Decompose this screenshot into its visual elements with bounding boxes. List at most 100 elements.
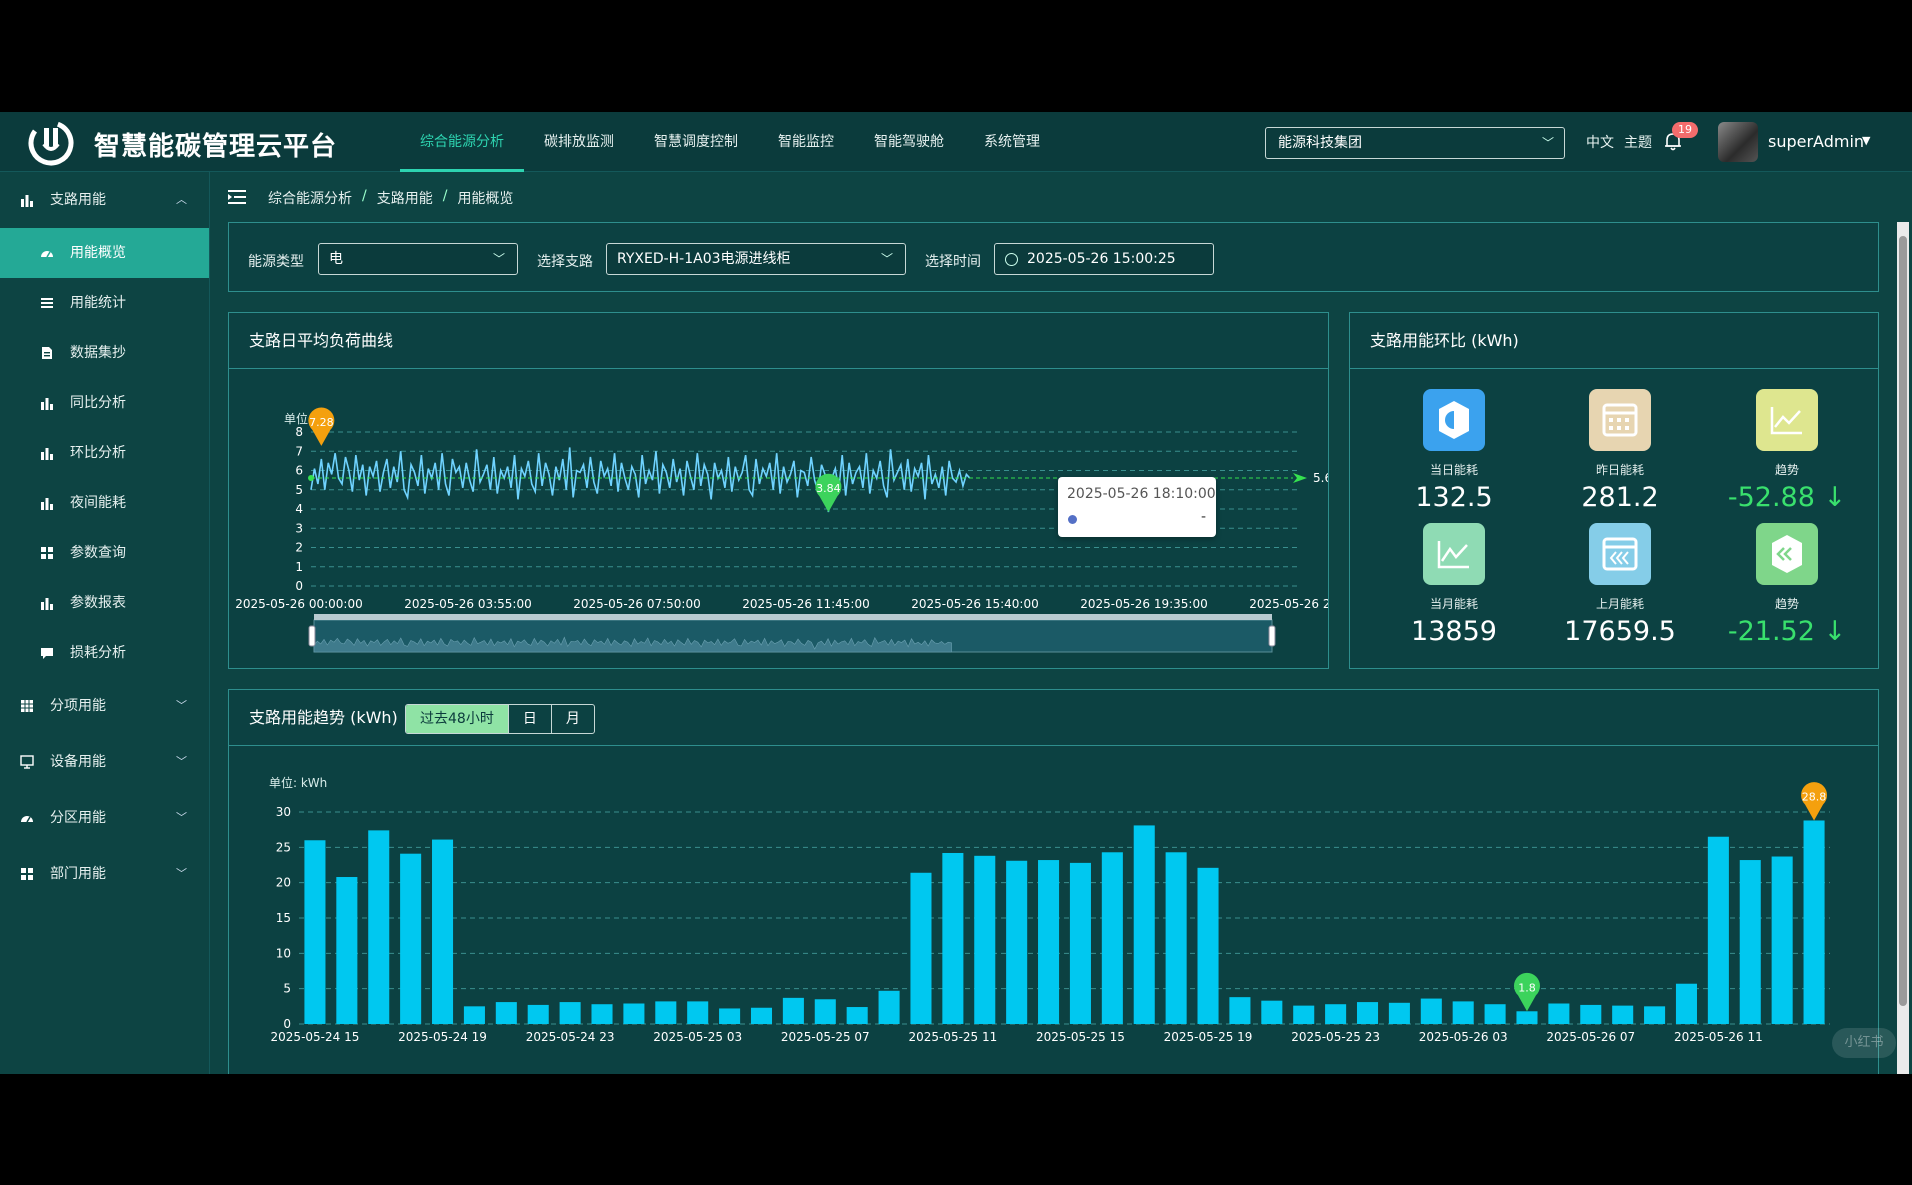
- x-tick-label: 2025-05-25 03: [653, 1030, 742, 1044]
- bar: [1548, 1003, 1570, 1024]
- watermark: 小红书: [1832, 1028, 1896, 1058]
- sidebar-group-device[interactable]: 设备用能 ﹀: [0, 734, 209, 790]
- sidebar-item-label: 参数查询: [70, 545, 126, 561]
- bar: [368, 830, 390, 1024]
- sidebar-item-night[interactable]: 夜间能耗: [0, 478, 209, 528]
- sidebar-group-zone[interactable]: 分区用能 ﹀: [0, 790, 209, 846]
- y-tick-label: 3: [295, 521, 303, 535]
- tab-day[interactable]: 日: [509, 705, 552, 733]
- sidebar-item-param-report[interactable]: 参数报表: [0, 578, 209, 628]
- breadcrumb-item[interactable]: 支路用能: [377, 188, 433, 208]
- sidebar-group-branch[interactable]: 支路用能 ︿: [0, 172, 209, 228]
- sidebar-item-label: 用能概览: [70, 245, 126, 261]
- chevron-down-icon: ﹀: [176, 699, 187, 712]
- breadcrumb-bar: 综合能源分析 / 支路用能 / 用能概览: [210, 172, 1912, 222]
- chevron-down-icon: ﹀: [880, 252, 893, 266]
- tab-48h[interactable]: 过去48小时: [406, 705, 509, 733]
- chevron-down-icon: ﹀: [492, 252, 505, 266]
- filter-panel: 能源类型 电 ﹀ 选择支路 RYXED-H-1A03电源进线柜 ﹀ 选择时间 2…: [228, 222, 1879, 292]
- sidebar-group-department[interactable]: 部门用能 ﹀: [0, 846, 209, 902]
- max-point-pin-label: 28.8: [1802, 790, 1827, 803]
- sidebar-item-param-query[interactable]: 参数查询: [0, 528, 209, 578]
- chat-icon: [41, 648, 53, 659]
- bar-chart-icon: [41, 448, 53, 460]
- main-nav: 综合能源分析 碳排放监测 智慧调度控制 智能监控 智能驾驶舱 系统管理: [400, 112, 1060, 172]
- load-curve-title: 支路日平均负荷曲线: [229, 313, 1328, 369]
- table-icon: [21, 700, 33, 712]
- ratio-title: 支路用能环比 (kWh): [1350, 313, 1878, 369]
- bar: [1006, 860, 1028, 1024]
- clock-icon: [1005, 253, 1018, 266]
- energy-type-select[interactable]: 电 ﹀: [318, 243, 518, 275]
- chevron-down-icon: ﹀: [176, 811, 187, 824]
- tooltip-series-dot: [1068, 515, 1077, 524]
- time-value: 2025-05-26 15:00:25: [1027, 251, 1176, 267]
- bar: [1675, 983, 1697, 1024]
- nav-item-smart-monitor[interactable]: 智能监控: [758, 112, 854, 172]
- y-tick-label: 15: [276, 911, 291, 925]
- bar: [1739, 860, 1761, 1024]
- bar-chart-icon: [41, 398, 53, 410]
- bar: [463, 1006, 485, 1024]
- bar: [1803, 820, 1825, 1024]
- app-title: 智慧能碳管理云平台: [94, 132, 338, 162]
- nav-item-carbon-monitor[interactable]: 碳排放监测: [524, 112, 634, 172]
- bar: [1452, 1001, 1474, 1024]
- bar: [304, 840, 326, 1024]
- kpi-value: 132.5: [1415, 482, 1493, 513]
- x-tick-label: 2025-05-26 07: [1546, 1030, 1635, 1044]
- kpi-trend-day: 趋势 -52.88 ↓: [1712, 389, 1862, 513]
- page-scrollbar[interactable]: [1897, 222, 1909, 1074]
- sidebar-item-yoy[interactable]: 同比分析: [0, 378, 209, 428]
- breadcrumb-item[interactable]: 综合能源分析: [268, 188, 352, 208]
- language-switch[interactable]: 中文: [1586, 132, 1614, 152]
- sidebar-item-data-reading[interactable]: 数据集抄: [0, 328, 209, 378]
- sidebar-item-overview[interactable]: 用能概览: [0, 228, 209, 278]
- bar: [432, 839, 454, 1024]
- list-icon: [41, 298, 53, 308]
- scrollbar-thumb[interactable]: [1899, 236, 1907, 1006]
- caret-down-icon[interactable]: ▼: [1862, 134, 1870, 147]
- kpi-value: 281.2: [1581, 482, 1659, 513]
- tab-month[interactable]: 月: [552, 705, 594, 733]
- sidebar-group-subitem[interactable]: 分项用能 ﹀: [0, 678, 209, 734]
- x-tick-label: 2025-05-26 15:40:00: [911, 597, 1038, 611]
- bar: [878, 990, 900, 1024]
- bar: [1484, 1004, 1506, 1024]
- dashboard-icon: [21, 816, 33, 823]
- min-point-pin-label: 3.84: [816, 482, 841, 495]
- sidebar-group-label: 设备用能: [50, 754, 106, 770]
- bar: [687, 1001, 709, 1024]
- bar: [750, 1007, 773, 1024]
- theme-switch[interactable]: 主题: [1624, 132, 1652, 152]
- avatar[interactable]: [1718, 122, 1758, 162]
- bar: [846, 1007, 868, 1024]
- energy-type-value: 电: [329, 251, 343, 267]
- grid-icon: [41, 547, 53, 559]
- breadcrumb-separator: /: [442, 188, 448, 204]
- username[interactable]: superAdmin: [1768, 132, 1864, 151]
- y-tick-label: 4: [295, 502, 303, 516]
- nav-item-energy-analysis[interactable]: 综合能源分析: [400, 112, 524, 172]
- x-tick-label: 2025-05-26 07:50:00: [573, 597, 700, 611]
- kpi-trend-value: -21.52 ↓: [1727, 616, 1847, 647]
- sidebar-group-label: 支路用能: [50, 192, 106, 208]
- sidebar-item-statistics[interactable]: 用能统计: [0, 278, 209, 328]
- bar: [942, 852, 964, 1024]
- sidebar-item-mom[interactable]: 环比分析: [0, 428, 209, 478]
- nav-item-dispatch-control[interactable]: 智慧调度控制: [634, 112, 758, 172]
- sidebar-group-label: 分项用能: [50, 698, 106, 714]
- energy-type-label: 能源类型: [248, 254, 304, 270]
- nav-item-cockpit[interactable]: 智能驾驶舱: [854, 112, 964, 172]
- nav-item-system[interactable]: 系统管理: [964, 112, 1060, 172]
- time-picker[interactable]: 2025-05-26 15:00:25: [994, 243, 1214, 275]
- bar: [1644, 1006, 1666, 1024]
- y-tick-label: 5: [283, 982, 291, 996]
- branch-select[interactable]: RYXED-H-1A03电源进线柜 ﹀: [606, 243, 906, 275]
- mark-line-start: [308, 475, 314, 482]
- org-select[interactable]: 能源科技集团 ﹀: [1265, 127, 1565, 159]
- calendar-icon: [1589, 389, 1651, 451]
- menu-fold-icon[interactable]: [228, 189, 246, 205]
- sidebar-item-loss[interactable]: 损耗分析: [0, 628, 209, 678]
- y-tick-label: 5: [295, 483, 303, 497]
